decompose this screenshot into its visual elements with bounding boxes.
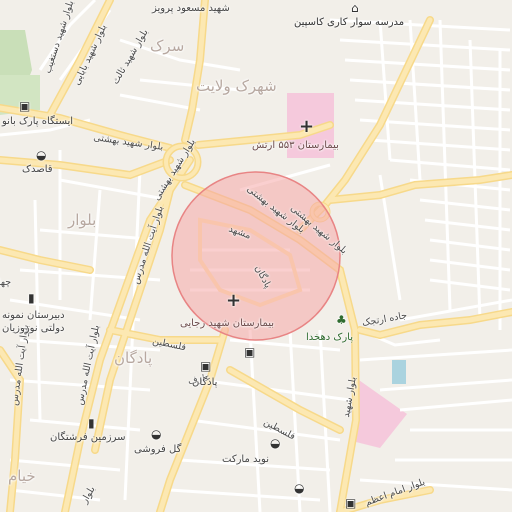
poi-label-masoud-parviz[interactable]: شهید مسعود پرویز <box>152 3 230 14</box>
area-label-padegan: پادگان <box>114 349 153 367</box>
poi-label-park-station[interactable]: ایستگاه پارک بانو <box>2 116 73 127</box>
hospital-icon-rajaei[interactable]: + <box>226 292 241 310</box>
poi-label-sarzamin[interactable]: سرزمین فرشتگان <box>50 432 126 443</box>
area-label-bolvar: بلوار <box>68 211 97 229</box>
area-label-sarak: سرک <box>150 37 185 55</box>
school-icon[interactable]: ⌂ <box>351 2 359 14</box>
poi-label-dabirestan-1[interactable]: دبیرستان نمونه <box>2 310 65 321</box>
bus-stop-icon-bottom[interactable]: ▣ <box>345 497 356 509</box>
school-flag-icon-sarzamin[interactable]: ▮ <box>88 417 95 429</box>
poi-label-hospital-rajaei[interactable]: بیمارستان شهید رجایی <box>180 318 274 329</box>
poi-label-padegan-stop[interactable]: پادگان <box>192 377 217 388</box>
poi-label-park-dehkhoda[interactable]: پارک دهخدا <box>306 332 353 343</box>
bus-stop-icon-padegan[interactable]: ▣ <box>200 360 211 372</box>
area-label-kheyam: خیام <box>8 467 36 485</box>
shop-bag-icon-gol[interactable]: ◒ <box>151 428 161 440</box>
shop-bag-icon-navid[interactable]: ◒ <box>270 437 280 449</box>
poi-label-gol-forooshi[interactable]: گل فروشی <box>134 444 181 455</box>
area-label-shahrak-velayat: شهرک ولایت <box>196 77 277 95</box>
park-tree-icon[interactable]: ♣ <box>336 314 347 326</box>
poi-label-dabirestan-2[interactable]: دولتی نوروزیان <box>2 323 64 334</box>
hospital-icon-553[interactable]: + <box>299 118 314 136</box>
poi-label-hospital-553[interactable]: بیمارستان ۵۵۳ ارتش <box>252 140 339 151</box>
bus-stop-icon-top[interactable]: ▣ <box>244 346 255 358</box>
map-canvas[interactable]: سرک شهرک ولایت بلوار پادگان خیام بلوار ش… <box>0 0 512 512</box>
poi-label-ghasedak[interactable]: قاصدک <box>22 164 53 175</box>
poi-label-navid-market[interactable]: نوید مارکت <box>222 454 269 465</box>
school-flag-icon[interactable]: ▮ <box>28 292 35 304</box>
road-label-chaharrah: چها <box>0 277 12 288</box>
water-pond <box>392 360 406 384</box>
bus-stop-icon-park[interactable]: ▣ <box>19 100 30 112</box>
shop-bag-icon-bottom[interactable]: ◒ <box>294 482 304 494</box>
poi-label-school[interactable]: مدرسه سوار کاری کاسپین <box>294 17 404 28</box>
shop-bag-icon-ghasedak[interactable]: ◒ <box>36 149 46 161</box>
